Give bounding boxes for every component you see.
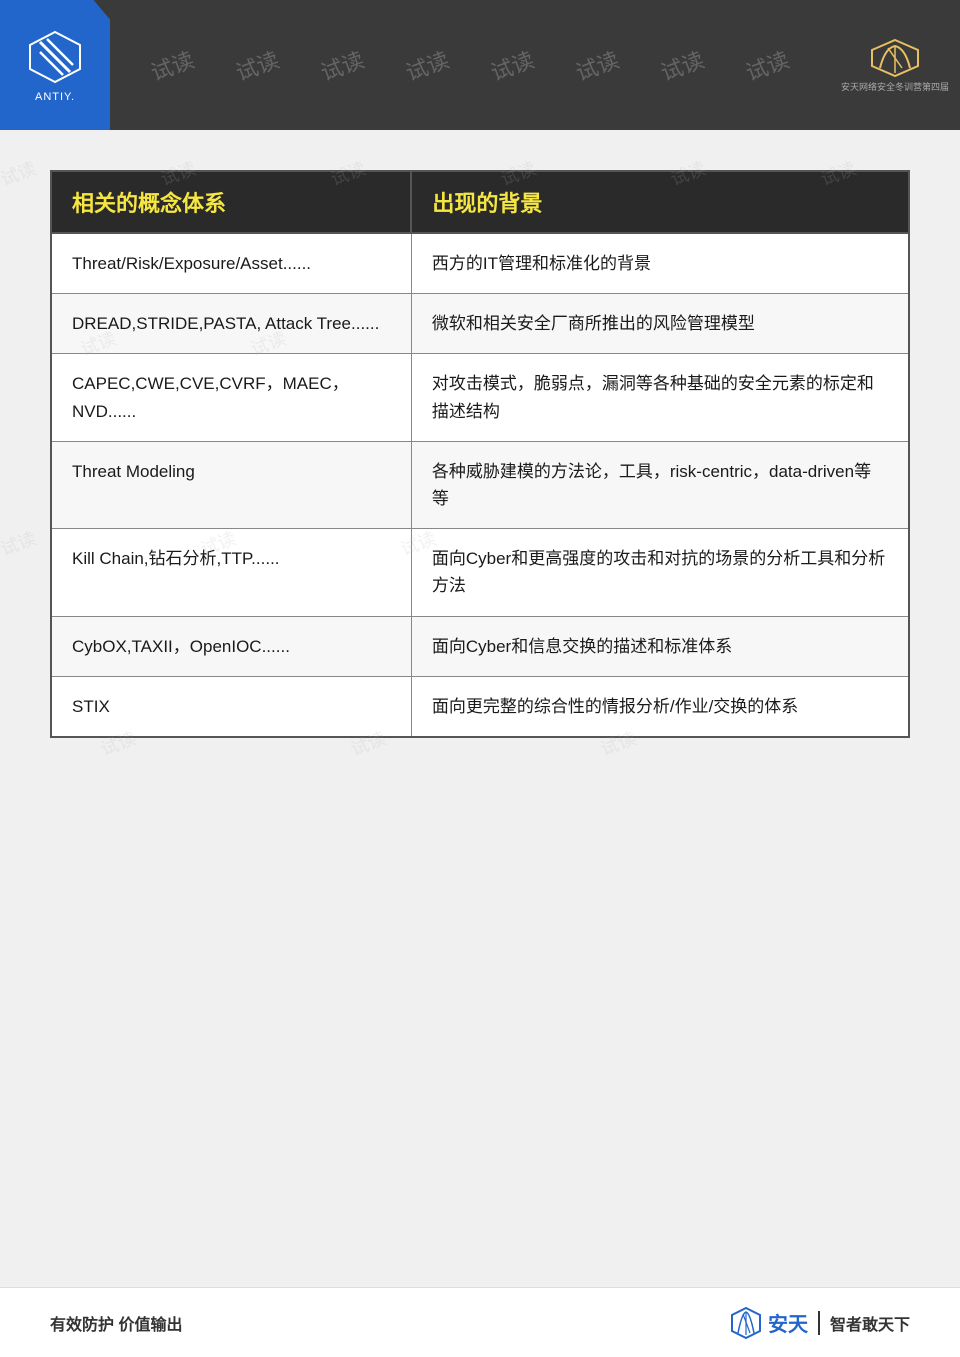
header-wm-6: 试读 (571, 42, 623, 87)
table-cell-background: 各种威胁建模的方法论，工具，risk-centric，data-driven等等 (411, 441, 909, 528)
table-cell-concept: CAPEC,CWE,CVE,CVRF，MAEC，NVD...... (51, 354, 411, 441)
col2-header: 出现的背景 (411, 171, 909, 233)
table-cell-background: 西方的IT管理和标准化的背景 (411, 233, 909, 294)
table-cell-concept: Threat Modeling (51, 441, 411, 528)
antiy-right-logo: 安天网络安全冬训营第四届 (841, 38, 949, 93)
header-wm-3: 试读 (316, 42, 368, 87)
header-wm-8: 试读 (741, 42, 793, 87)
right-eagle-icon (870, 38, 920, 78)
main-wm-9: 试读 (0, 525, 39, 562)
header: ANTIY. 试读 试读 试读 试读 试读 试读 试读 试读 安天网络安全冬训营… (0, 0, 960, 130)
main-content: 试读 试读 试读 试读 试读 试读 试读 试读 试读 试读 试读 试读 试读 试… (0, 130, 960, 768)
logo-box: ANTIY. (0, 0, 110, 130)
table-cell-background: 面向Cyber和信息交换的描述和标准体系 (411, 616, 909, 676)
footer-tagline-right: 智者敢天下 (830, 1311, 910, 1335)
table-cell-concept: DREAD,STRIDE,PASTA, Attack Tree...... (51, 294, 411, 354)
footer-brand-name: 安天 (768, 1308, 808, 1337)
table-cell-concept: Kill Chain,钻石分析,TTP...... (51, 529, 411, 616)
header-wm-1: 试读 (146, 42, 198, 87)
footer-antiy-text: 安天 (768, 1314, 808, 1336)
footer-eagle-icon (730, 1307, 762, 1339)
header-wm-7: 试读 (656, 42, 708, 87)
table-row: Threat/Risk/Exposure/Asset......西方的IT管理和… (51, 233, 909, 294)
concepts-table: 相关的概念体系 出现的背景 Threat/Risk/Exposure/Asset… (50, 170, 910, 738)
header-wm-2: 试读 (231, 42, 283, 87)
table-cell-background: 面向Cyber和更高强度的攻击和对抗的场景的分析工具和分析方法 (411, 529, 909, 616)
table-row: CAPEC,CWE,CVE,CVRF，MAEC，NVD......对攻击模式，脆… (51, 354, 909, 441)
table-cell-concept: CybOX,TAXII，OpenIOC...... (51, 616, 411, 676)
table-row: STIX面向更完整的综合性的情报分析/作业/交换的体系 (51, 676, 909, 737)
header-wm-5: 试读 (486, 42, 538, 87)
table-row: CybOX,TAXII，OpenIOC......面向Cyber和信息交换的描述… (51, 616, 909, 676)
col1-header: 相关的概念体系 (51, 171, 411, 233)
table-header-row: 相关的概念体系 出现的背景 (51, 171, 909, 233)
footer-antiy-logo (730, 1307, 762, 1339)
logo-text: ANTIY. (35, 91, 75, 103)
header-wm-4: 试读 (401, 42, 453, 87)
footer-right: 安天 智者敢天下 (730, 1307, 910, 1339)
header-watermarks: 试读 试读 试读 试读 试读 试读 试读 试读 (110, 0, 830, 130)
main-wm-1: 试读 (0, 155, 39, 192)
table-cell-concept: Threat/Risk/Exposure/Asset...... (51, 233, 411, 294)
table-cell-concept: STIX (51, 676, 411, 737)
header-logo-right: 安天网络安全冬训营第四届 (830, 0, 960, 130)
table-row: Threat Modeling各种威胁建模的方法论，工具，risk-centri… (51, 441, 909, 528)
table-cell-background: 对攻击模式，脆弱点，漏洞等各种基础的安全元素的标定和描述结构 (411, 354, 909, 441)
table-row: Kill Chain,钻石分析,TTP......面向Cyber和更高强度的攻击… (51, 529, 909, 616)
antiy-logo-icon (25, 27, 85, 87)
table-cell-background: 面向更完整的综合性的情报分析/作业/交换的体系 (411, 676, 909, 737)
footer-divider (818, 1311, 820, 1335)
footer: 有效防护 价值输出 安天 智者敢天下 (0, 1287, 960, 1357)
footer-tagline-left: 有效防护 价值输出 (50, 1311, 182, 1335)
table-row: DREAD,STRIDE,PASTA, Attack Tree......微软和… (51, 294, 909, 354)
table-cell-background: 微软和相关安全厂商所推出的风险管理模型 (411, 294, 909, 354)
right-logo-subtitle: 安天网络安全冬训营第四届 (841, 80, 949, 93)
